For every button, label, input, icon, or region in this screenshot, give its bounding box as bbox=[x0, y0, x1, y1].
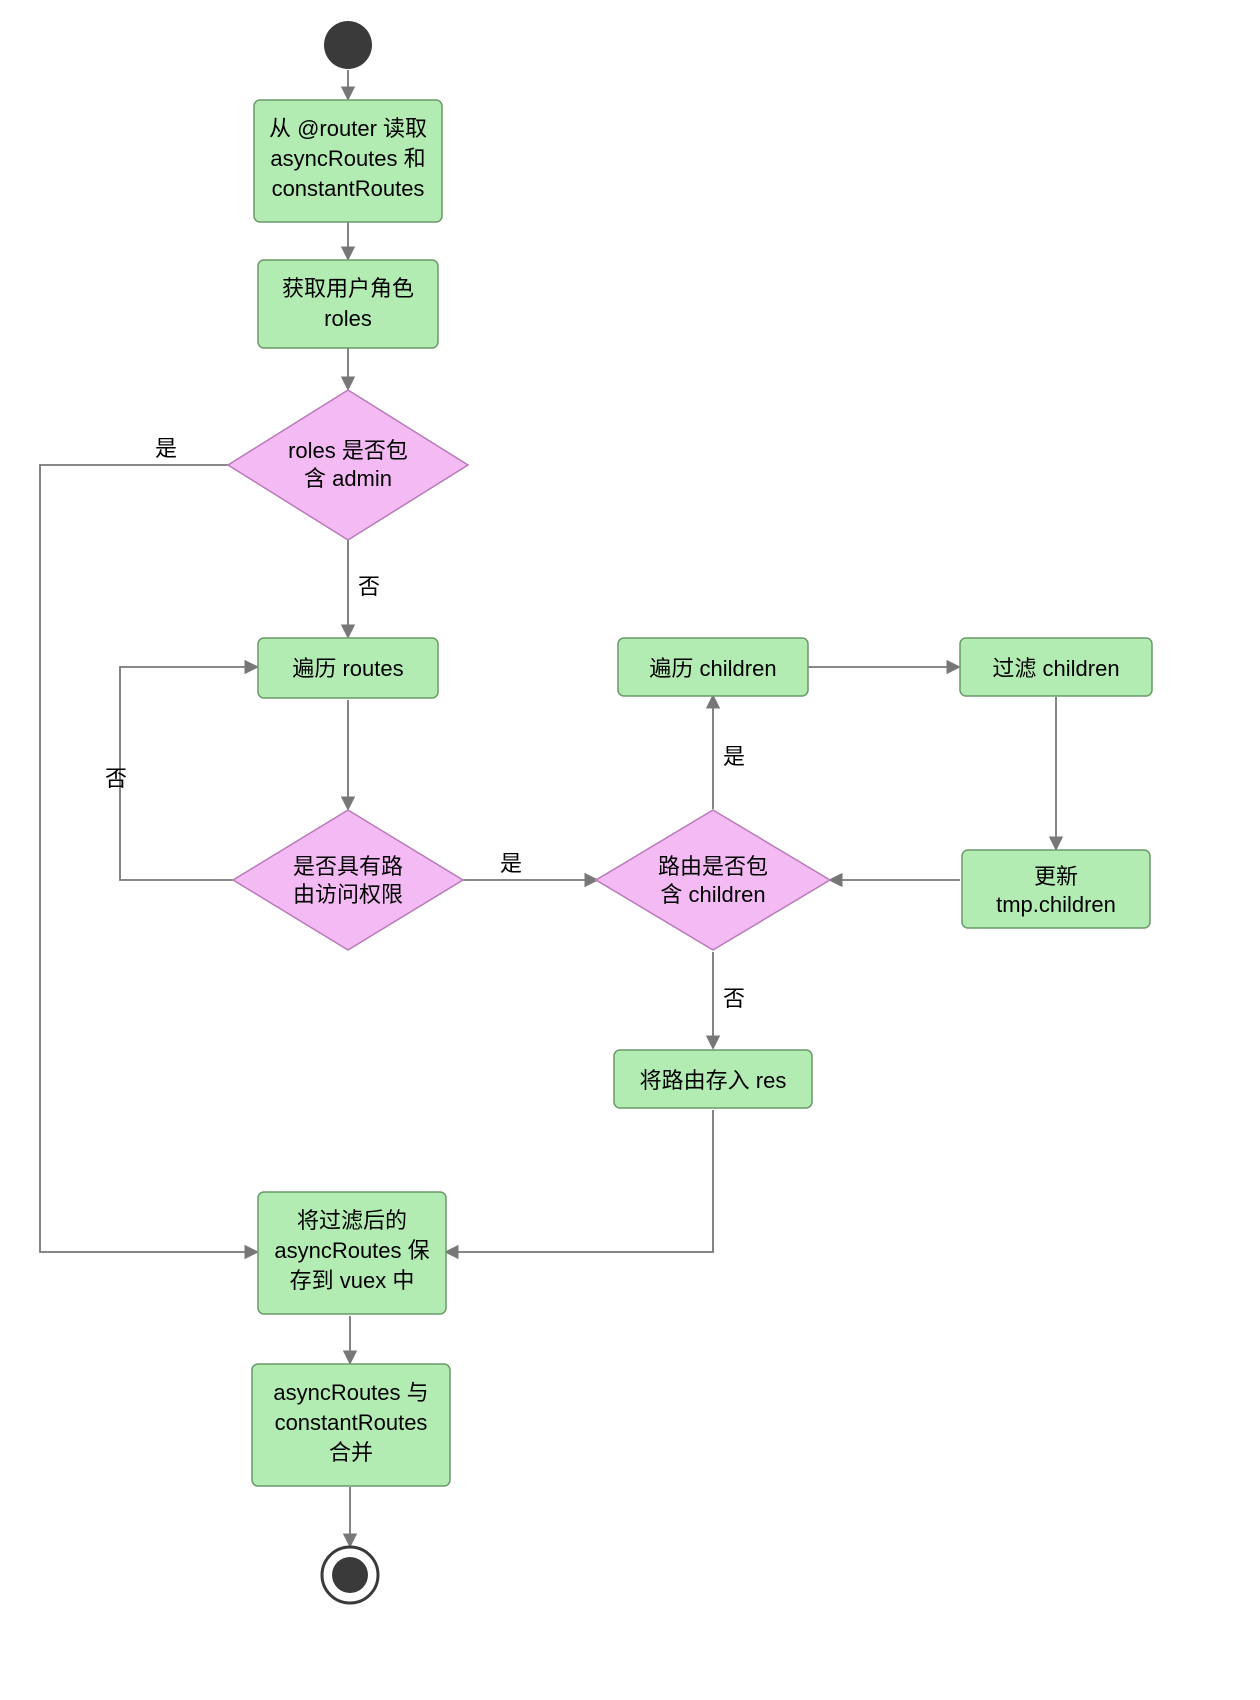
svg-text:将路由存入 res: 将路由存入 res bbox=[640, 1068, 787, 1093]
svg-text:遍历 routes: 遍历 routes bbox=[292, 656, 403, 681]
svg-text:asyncRoutes 与: asyncRoutes 与 bbox=[273, 1380, 428, 1405]
svg-text:tmp.children: tmp.children bbox=[996, 892, 1116, 917]
svg-text:存到 vuex 中: 存到 vuex 中 bbox=[290, 1268, 415, 1293]
edge-label-hasChildren-yes: 是 bbox=[723, 744, 745, 769]
svg-text:roles: roles bbox=[324, 306, 372, 331]
node-filterChildren: 过滤 children bbox=[960, 638, 1152, 696]
edge-label-hasPermission-yes: 是 bbox=[500, 851, 522, 876]
edges-group: 否 是 否 是 是 否 bbox=[40, 70, 1056, 1545]
svg-text:遍历 children: 遍历 children bbox=[649, 656, 776, 681]
node-hasChildren: 路由是否包 含 children bbox=[596, 810, 830, 950]
edge-label-hasChildren-no: 否 bbox=[723, 986, 745, 1011]
node-merge: asyncRoutes 与 constantRoutes 合并 bbox=[252, 1364, 450, 1486]
node-iterateRoutes: 遍历 routes bbox=[258, 638, 438, 698]
svg-text:从 @router 读取: 从 @router 读取 bbox=[269, 116, 427, 141]
svg-text:含 admin: 含 admin bbox=[304, 466, 392, 491]
node-getRoles: 获取用户角色 roles bbox=[258, 260, 438, 348]
node-end bbox=[322, 1547, 378, 1603]
node-updateTmp: 更新 tmp.children bbox=[962, 850, 1150, 928]
svg-text:由访问权限: 由访问权限 bbox=[293, 882, 403, 907]
svg-text:constantRoutes: constantRoutes bbox=[272, 176, 425, 201]
svg-text:获取用户角色: 获取用户角色 bbox=[282, 276, 414, 301]
edge-hasPermission-iterateRoutes bbox=[120, 667, 256, 880]
svg-text:roles 是否包: roles 是否包 bbox=[288, 438, 408, 463]
node-hasPermission: 是否具有路 由访问权限 bbox=[233, 810, 463, 950]
node-saveVuex: 将过滤后的 asyncRoutes 保 存到 vuex 中 bbox=[258, 1192, 446, 1314]
svg-text:constantRoutes: constantRoutes bbox=[275, 1410, 428, 1435]
node-iterateChildren: 遍历 children bbox=[618, 638, 808, 696]
svg-text:含 children: 含 children bbox=[660, 882, 765, 907]
svg-text:asyncRoutes 和: asyncRoutes 和 bbox=[270, 146, 425, 171]
svg-text:更新: 更新 bbox=[1034, 864, 1078, 889]
svg-text:是否具有路: 是否具有路 bbox=[293, 854, 403, 879]
edge-label-hasAdmin-yes: 是 bbox=[155, 436, 177, 461]
svg-text:将过滤后的: 将过滤后的 bbox=[297, 1208, 407, 1233]
node-start bbox=[324, 21, 372, 69]
svg-text:过滤 children: 过滤 children bbox=[992, 656, 1119, 681]
svg-text:合并: 合并 bbox=[329, 1440, 373, 1465]
svg-text:路由是否包: 路由是否包 bbox=[658, 854, 768, 879]
edge-label-hasAdmin-no: 否 bbox=[358, 574, 380, 599]
edge-hasAdmin-saveVuex bbox=[40, 465, 256, 1252]
svg-text:asyncRoutes 保: asyncRoutes 保 bbox=[274, 1238, 429, 1263]
node-readRouter: 从 @router 读取 asyncRoutes 和 constantRoute… bbox=[254, 100, 442, 222]
edge-pushRes-saveVuex bbox=[447, 1110, 713, 1252]
edge-label-hasPermission-no: 否 bbox=[105, 766, 127, 791]
node-pushRes: 将路由存入 res bbox=[614, 1050, 812, 1108]
node-hasAdmin: roles 是否包 含 admin bbox=[228, 390, 468, 540]
